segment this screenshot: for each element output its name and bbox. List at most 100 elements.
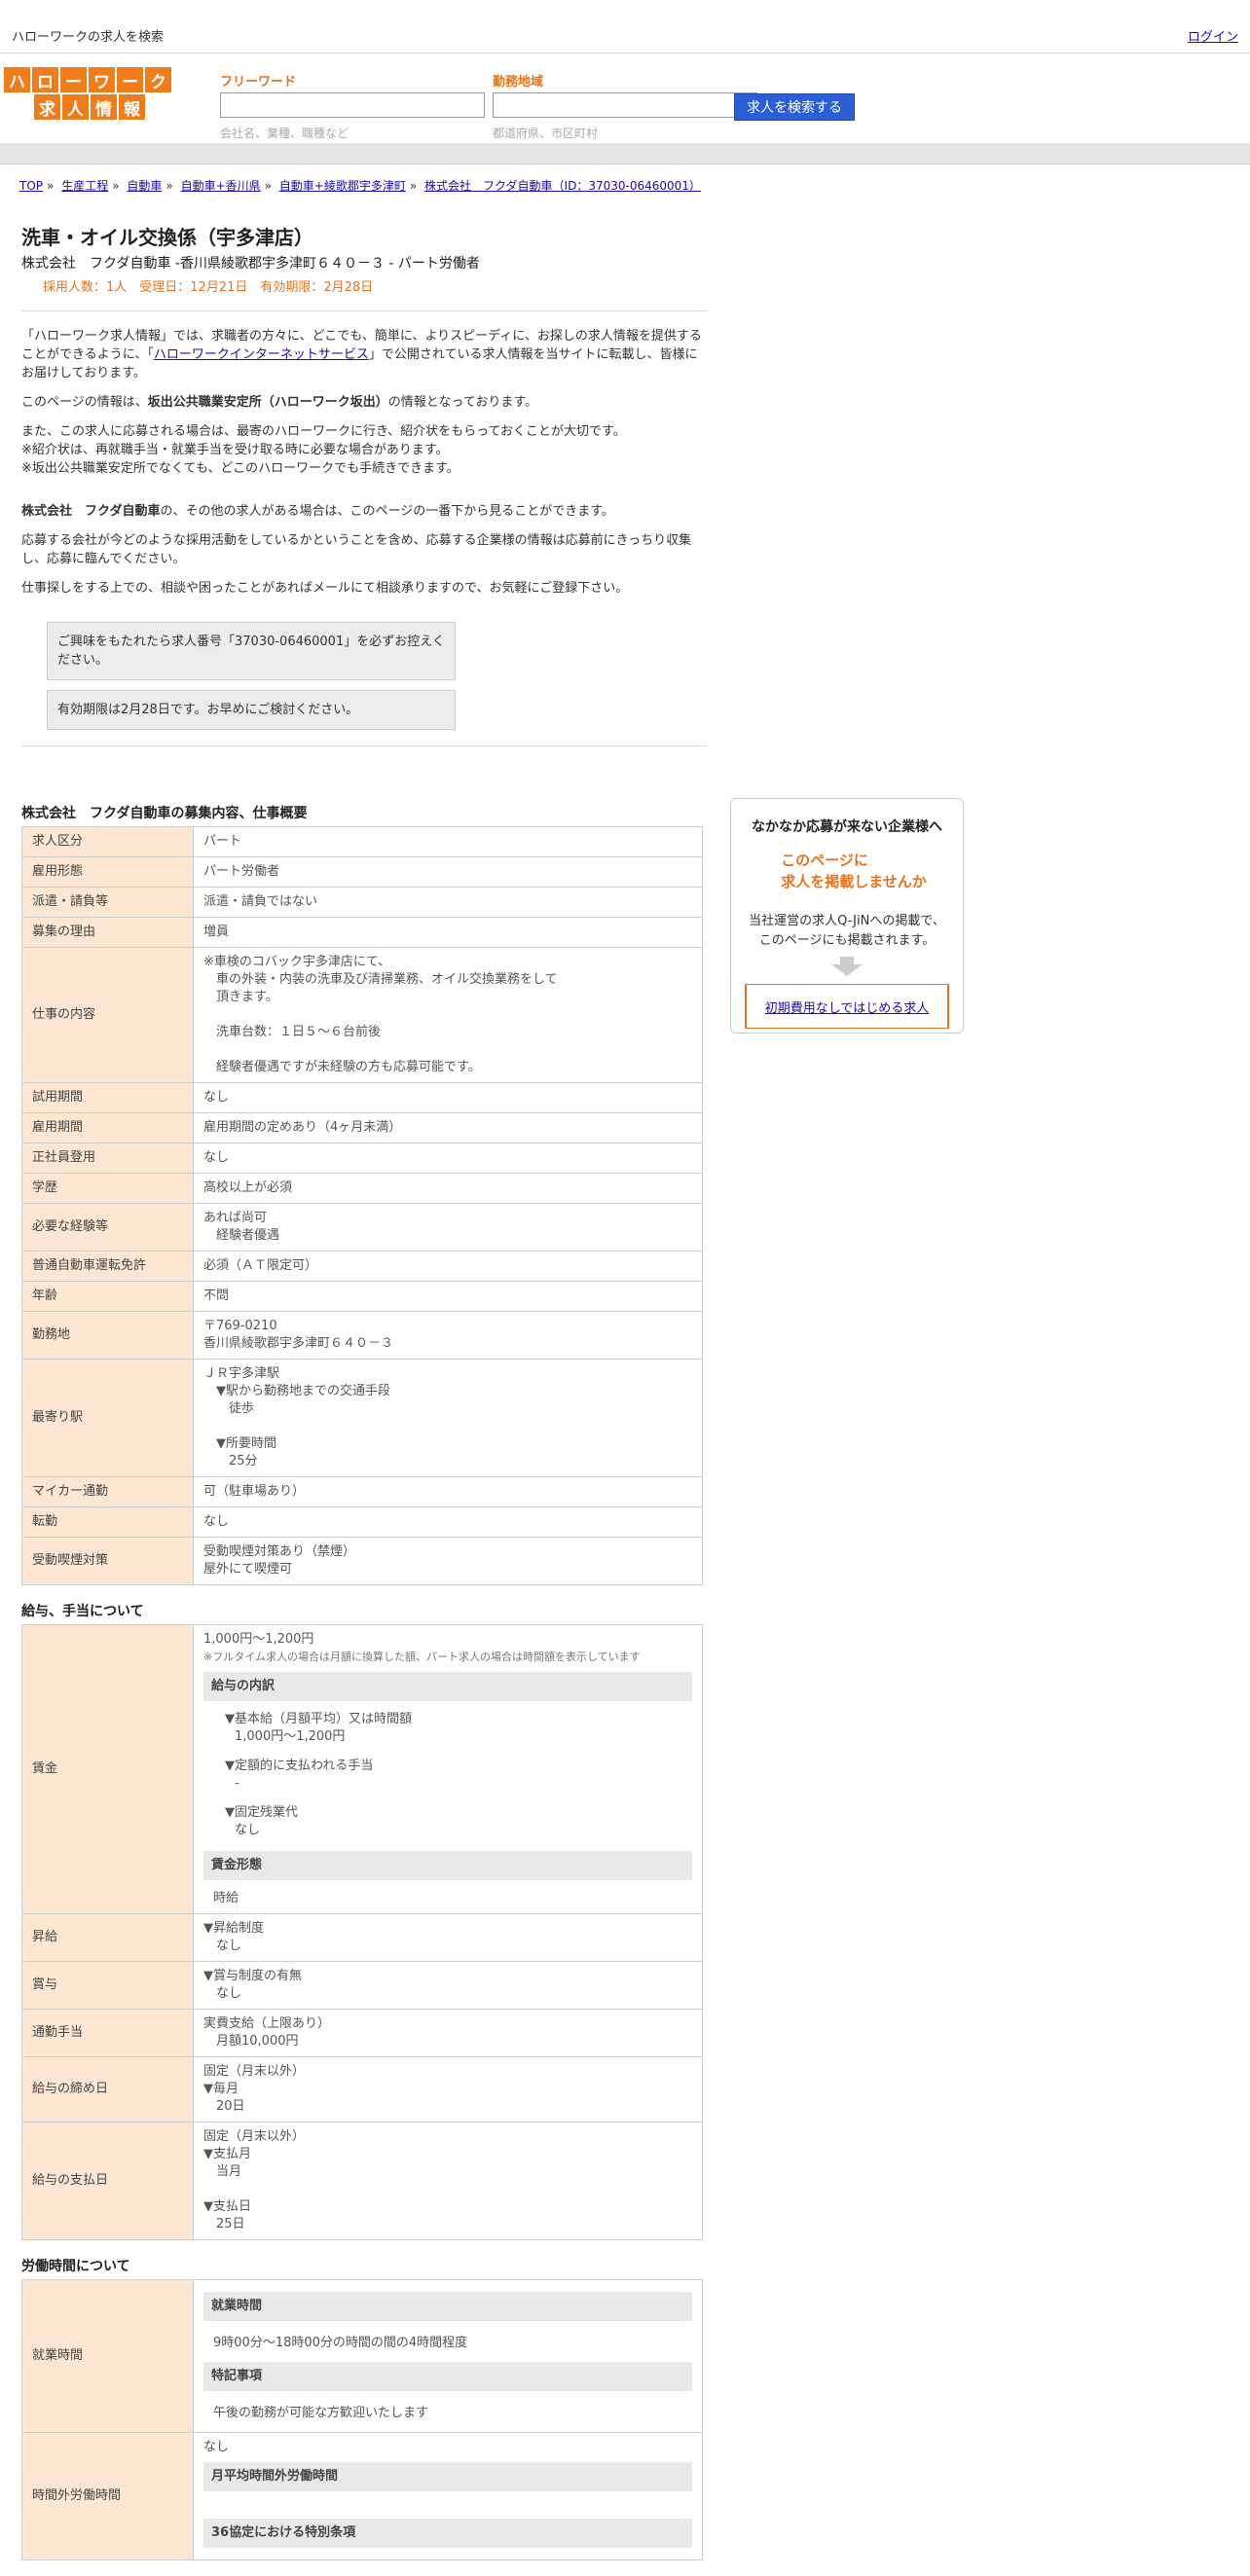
- breadcrumb-occupation[interactable]: 自動車: [127, 179, 162, 193]
- subheading: 給与の内訳: [203, 1672, 692, 1701]
- breakdown-value: 1,000円〜1,200円: [235, 1729, 346, 1744]
- site-logo[interactable]: ハ ロ ー ワ ー ク 求 人 情 報: [4, 67, 175, 120]
- area-label: 勤務地域: [493, 75, 544, 90]
- row-label: 受動喫煙対策: [21, 1537, 194, 1585]
- breadcrumb-prefecture[interactable]: 自動車+香川県: [181, 179, 261, 193]
- keyword-hint: 会社名、業種、職種など: [220, 127, 349, 140]
- row-value-line: 経験者優遇ですが未経験の方も応募可能です。: [203, 1060, 481, 1074]
- row-value-line: 車の外装・内装の洗車及び清掃業務、オイル交換業務をして: [203, 972, 558, 987]
- row-value-line: 徒歩: [203, 1401, 255, 1416]
- table-row: 求人区分 パート: [21, 826, 703, 857]
- table-row: 仕事の内容 ※車検のコバック宇多津店にて、 車の外装・内装の洗車及び清掃業務、オイ…: [21, 947, 703, 1083]
- logo-char: ー: [117, 67, 143, 92]
- row-value-line: 洗車台数：１日５～６台前後: [203, 1025, 382, 1039]
- login-link[interactable]: ログイン: [1188, 26, 1238, 45]
- table-row: 試用期間 なし: [21, 1082, 703, 1113]
- arrow-down-icon: [731, 957, 963, 976]
- row-value: 固定（月末以外） ▼支払月 当月 ▼支払日 25日: [193, 2122, 703, 2240]
- table-row: 学歴 高校以上が必須: [21, 1173, 703, 1204]
- table-row: 賃金 1,000円〜1,200円 ※フルタイム求人の場合は月額に換算した額、パー…: [21, 1624, 703, 1914]
- area-input[interactable]: [493, 92, 757, 118]
- row-value-line: なし: [203, 1150, 230, 1165]
- intro-paragraph-3: また、この求人に応募される場合は、最寄のハローワークに行き、紹介状をもらっておく…: [21, 424, 626, 476]
- row-value: パート労働者: [193, 856, 703, 888]
- table-row: 正社員登用 なし: [21, 1143, 703, 1174]
- logo-char: 求: [34, 94, 60, 120]
- row-value: 固定（月末以外） ▼毎月 20日: [193, 2056, 703, 2122]
- row-value-line: 20日: [203, 2099, 245, 2114]
- row-value: 〒769-0210 香川県綾歌郡宇多津町６４０－３: [193, 1311, 703, 1360]
- row-label: 募集の理由: [21, 917, 194, 948]
- breakdown-item: ▼固定残業代: [225, 1805, 298, 1820]
- row-value: パート: [193, 826, 703, 857]
- row-value-line: ▼毎月: [203, 2082, 239, 2096]
- breadcrumb-top[interactable]: TOP: [19, 179, 43, 193]
- hours-note: 午後の勤務が可能な方歓迎いたします: [213, 2406, 429, 2420]
- row-label: 通勤手当: [21, 2009, 194, 2057]
- row-label: 就業時間: [21, 2279, 194, 2433]
- row-value-line: 〒769-0210: [203, 1319, 277, 1333]
- row-value-line: ▼昇給制度: [203, 1921, 264, 1936]
- logo-char: ワ: [89, 67, 115, 92]
- wage-form-value: 時給: [213, 1891, 239, 1905]
- breadcrumb-company[interactable]: 株式会社 フクダ自動車（ID：37030-06460001）: [424, 179, 701, 193]
- divider: [21, 310, 707, 311]
- row-value-line: 当月: [203, 2164, 242, 2179]
- breadcrumb-category[interactable]: 生産工程: [61, 179, 108, 193]
- row-value: ▼昇給制度 なし: [193, 1913, 703, 1962]
- row-label: 試用期間: [21, 1082, 194, 1113]
- wage-note: ※フルタイム求人の場合は月額に換算した額、パート求人の場合は時間額を表示していま…: [203, 1651, 641, 1663]
- row-label: 派遣・請負等: [21, 887, 194, 918]
- row-value-line: ※車検のコバック宇多津店にて、: [203, 955, 391, 969]
- hellowork-internet-link[interactable]: ハローワークインターネットサービス: [154, 347, 369, 362]
- row-value-line: [203, 1418, 692, 1435]
- row-value: 高校以上が必須: [193, 1173, 703, 1204]
- row-value: ▼賞与制度の有無 なし: [193, 1961, 703, 2010]
- overtime-value: なし: [203, 2440, 230, 2454]
- row-label: 雇用形態: [21, 856, 194, 888]
- wage-amount: 1,000円〜1,200円: [203, 1632, 314, 1647]
- expiry-note: 有効期限は2月28日です。お早めにご検討ください。: [47, 690, 456, 730]
- area-hint: 都道府県、市区町村: [493, 127, 599, 140]
- row-label: 給与の支払日: [21, 2122, 194, 2240]
- subheading: 特記事項: [203, 2362, 692, 2391]
- section-title-overview: 株式会社 フクダ自動車の募集内容、仕事概要: [21, 806, 308, 821]
- table-row: マイカー通勤 可（駐車場あり）: [21, 1476, 703, 1507]
- row-label: 雇用期間: [21, 1112, 194, 1143]
- intro-paragraph-1: 「ハローワーク求人情報」では、求職者の方々に、どこでも、簡単に、よりスピーディに…: [21, 329, 702, 381]
- advertise-description: 当社運営の求人Q-JiNへの掲載で、 このページにも掲載されます。: [749, 914, 945, 948]
- salary-table: 賃金 1,000円〜1,200円 ※フルタイム求人の場合は月額に換算した額、パー…: [21, 1624, 703, 2240]
- row-label: 賃金: [21, 1624, 194, 1914]
- row-label: 普通自動車運転免許: [21, 1251, 194, 1282]
- advertise-heading: なかなか応募が来ない企業様へ: [752, 819, 942, 835]
- logo-char: ロ: [32, 67, 58, 92]
- row-value-line: 必須（ＡＴ限定可）: [203, 1258, 318, 1273]
- row-value-line: ▼支払日: [203, 2199, 251, 2214]
- search-button[interactable]: 求人を検索する: [734, 93, 855, 121]
- table-row: 転勤 なし: [21, 1506, 703, 1538]
- row-value-line: 香川県綾歌郡宇多津町６４０－３: [203, 1336, 394, 1351]
- row-value-line: ＪＲ宇多津駅: [203, 1366, 280, 1381]
- breadcrumb-town[interactable]: 自動車+綾歌郡宇多津町: [279, 179, 406, 193]
- row-value: 雇用期間の定めあり（4ヶ月未満）: [193, 1112, 703, 1143]
- row-value-line: 経験者優遇: [203, 1228, 280, 1243]
- row-label: 学歴: [21, 1173, 194, 1204]
- row-label: 昇給: [21, 1913, 194, 1962]
- keyword-input[interactable]: [220, 92, 485, 118]
- table-row: 通勤手当 実費支給（上限あり） 月額10,000円: [21, 2009, 703, 2057]
- advertise-link[interactable]: 初期費用なしではじめる求人: [765, 998, 930, 1016]
- job-number-note: ご興味をもたれたら求人番号「37030-06460001」を必ずお控えください。: [47, 622, 456, 680]
- site-title: ハローワークの求人を検索: [12, 30, 165, 45]
- row-value-line: 雇用期間の定めあり（4ヶ月未満）: [203, 1120, 402, 1135]
- job-subline: 株式会社 フクダ自動車 -香川県綾歌郡宇多津町６４０－３ - パート労働者: [21, 256, 480, 272]
- table-row: 勤務地 〒769-0210 香川県綾歌郡宇多津町６４０－３: [21, 1311, 703, 1360]
- table-row: 受動喫煙対策 受動喫煙対策あり（禁煙） 屋外にて喫煙可: [21, 1537, 703, 1585]
- row-label: 最寄り駅: [21, 1359, 194, 1477]
- table-row: 普通自動車運転免許 必須（ＡＴ限定可）: [21, 1251, 703, 1282]
- table-row: 給与の締め日 固定（月末以外） ▼毎月 20日: [21, 2056, 703, 2122]
- table-row: 年齢 不問: [21, 1281, 703, 1312]
- divider: [21, 745, 707, 746]
- breakdown-item: ▼基本給（月額平均）又は時間額: [225, 1712, 412, 1726]
- row-value-line: 不問: [203, 1288, 230, 1303]
- job-meta: 採用人数：1人 受理日：12月21日 有効期限：2月28日: [43, 280, 374, 295]
